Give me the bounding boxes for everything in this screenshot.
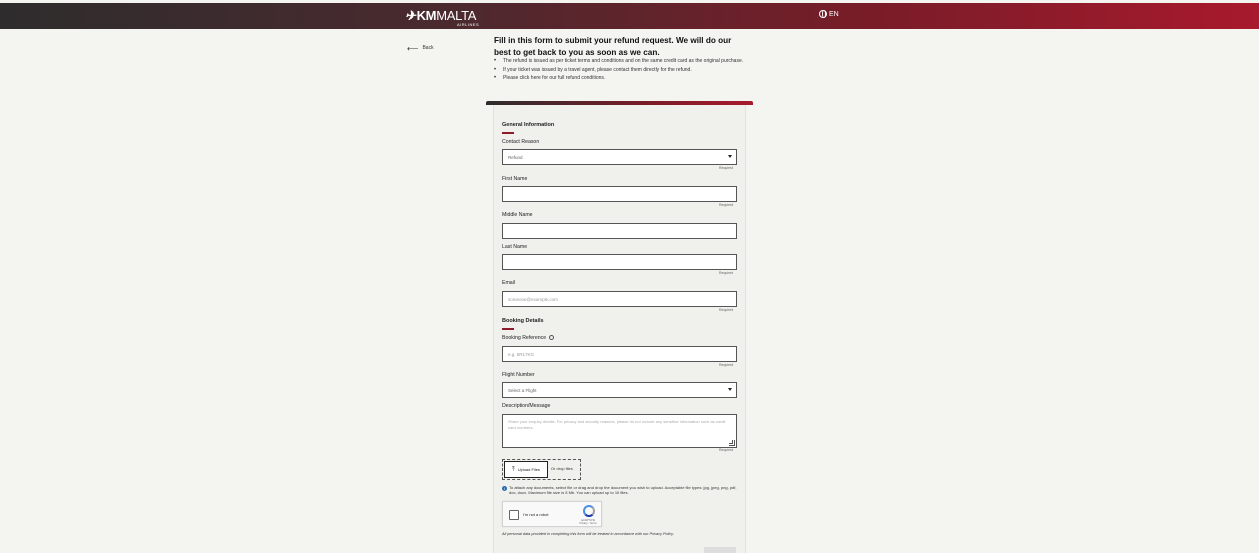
flight-number-label: Flight Number xyxy=(502,372,535,378)
km-malta-logo[interactable]: ✈KMMALTA AIRLINES xyxy=(405,8,479,27)
intro-title: Fill in this form to submit your refund … xyxy=(494,36,732,57)
description-label: Description/Message xyxy=(502,403,551,409)
required-note: Required xyxy=(719,448,734,452)
caret-down-icon xyxy=(728,155,732,158)
language-selector[interactable]: EN xyxy=(819,10,839,18)
logo-bird-icon: ✈ xyxy=(405,8,416,23)
first-name-input[interactable] xyxy=(502,186,737,202)
required-note: Required xyxy=(719,363,734,367)
recaptcha-widget: I'm not a robot reCAPTCHA Privacy - Term… xyxy=(502,501,602,527)
attach-info: i To attach any documents, select file o… xyxy=(502,485,740,495)
intro-bullet: If your ticket was issued by a travel ag… xyxy=(494,66,754,75)
back-link[interactable]: ⟵ Back xyxy=(407,43,434,53)
section-underline xyxy=(502,328,514,330)
booking-reference-label: Booking Reference xyxy=(502,335,555,341)
drop-files-text: Or drop files xyxy=(551,466,573,471)
required-note: Required xyxy=(719,203,734,207)
intro-bullet: The refund is issued as per ticket terms… xyxy=(494,57,754,66)
top-header: ✈KMMALTA AIRLINES EN xyxy=(0,3,1259,29)
first-name-label: First Name xyxy=(502,176,528,182)
submit-button[interactable] xyxy=(704,547,736,553)
info-circle-icon: i xyxy=(502,485,507,491)
section-underline xyxy=(502,132,514,134)
upload-files-button[interactable]: ⤒ Upload Files xyxy=(504,461,548,478)
resize-handle-icon[interactable] xyxy=(729,440,735,446)
last-name-label: Last Name xyxy=(502,244,528,250)
privacy-note: All personal data provided in completing… xyxy=(502,532,674,536)
required-note: Required xyxy=(719,308,734,312)
middle-name-input[interactable] xyxy=(502,223,737,239)
email-input[interactable]: someone@example.com xyxy=(502,291,737,307)
booking-reference-input[interactable]: e.g. 5R17KG xyxy=(502,346,737,362)
booking-details-title: Booking Details xyxy=(502,318,544,324)
required-note: Required xyxy=(719,166,734,170)
intro-bullet-refund-link[interactable]: Please click here for our full refund co… xyxy=(494,74,754,83)
info-icon[interactable] xyxy=(549,335,555,341)
caret-down-icon xyxy=(728,388,732,391)
description-textarea[interactable]: Share your enquiry details. For privacy … xyxy=(502,414,737,448)
recaptcha-checkbox[interactable] xyxy=(509,510,519,520)
globe-icon xyxy=(819,10,827,18)
middle-name-label: Middle Name xyxy=(502,212,533,218)
last-name-input[interactable] xyxy=(502,254,737,270)
upload-icon: ⤒ xyxy=(512,466,515,473)
arrow-left-icon: ⟵ xyxy=(407,43,419,53)
flight-number-select[interactable]: Select a Flight xyxy=(502,382,737,398)
general-info-title: General Information xyxy=(502,122,555,128)
intro-bullets: The refund is issued as per ticket terms… xyxy=(494,57,754,83)
contact-reason-select[interactable]: Refund xyxy=(502,149,737,165)
recaptcha-logo-icon xyxy=(583,505,595,517)
contact-reason-label: Contact Reason xyxy=(502,139,540,145)
email-label: Email xyxy=(502,280,515,286)
required-note: Required xyxy=(719,271,734,275)
